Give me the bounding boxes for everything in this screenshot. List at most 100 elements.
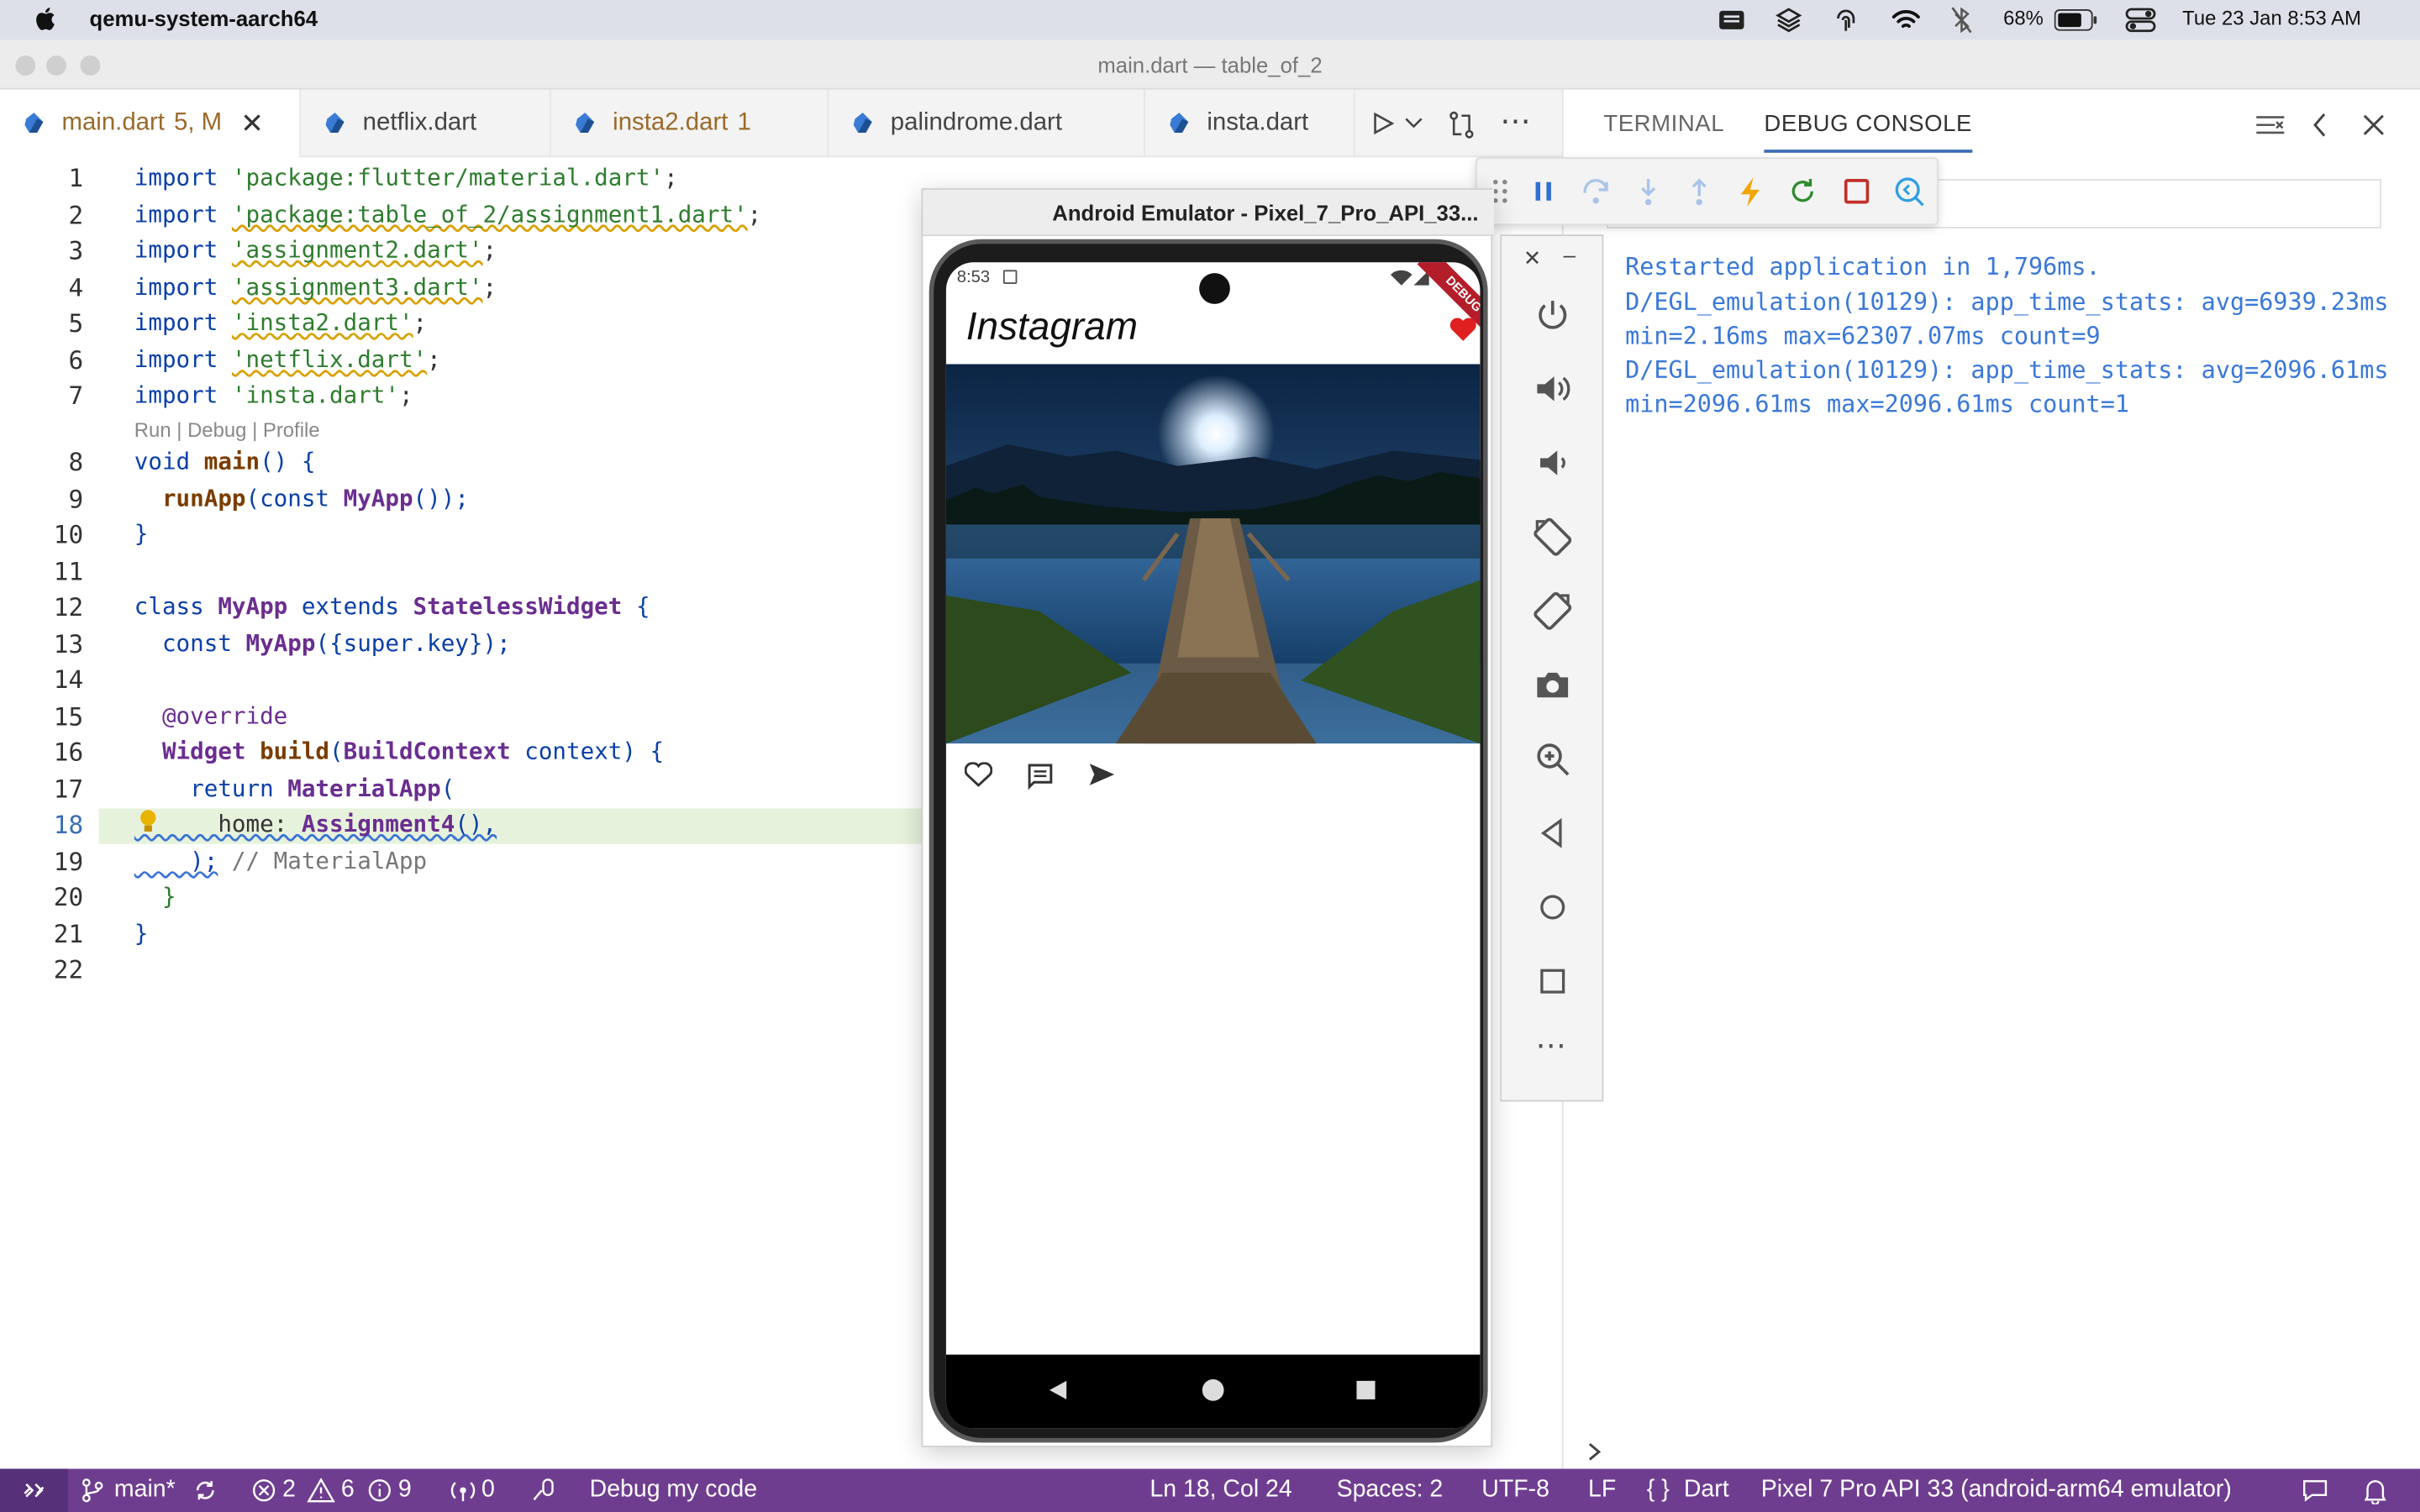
- tab-netflix-dart[interactable]: netflix.dart: [301, 89, 551, 158]
- rotate-right-icon[interactable]: [1533, 591, 1573, 631]
- menu-clock[interactable]: Tue 23 Jan 8:53 AM: [2182, 6, 2361, 29]
- volume-down-icon[interactable]: [1533, 443, 1573, 483]
- close-icon[interactable]: ✕: [240, 108, 264, 140]
- macos-menu-bar: qemu-system-aarch64 68% Tue 23 Jan 8:53 …: [0, 0, 2420, 40]
- layers-icon[interactable]: [1775, 6, 1802, 34]
- run-icon[interactable]: [1370, 111, 1395, 135]
- chevron-left-icon[interactable]: [2311, 111, 2329, 139]
- tab-debug-console[interactable]: DEBUG CONSOLE: [1764, 111, 1972, 153]
- nav-home-icon[interactable]: [1202, 1379, 1224, 1401]
- phone-screen[interactable]: 8:53 DEBUG Instagram: [945, 262, 1481, 1429]
- home-icon[interactable]: [1533, 887, 1573, 927]
- chevron-down-icon[interactable]: [1404, 118, 1423, 130]
- step-out-icon[interactable]: [1682, 175, 1716, 208]
- comment-icon[interactable]: [1026, 762, 1054, 790]
- drag-handle-icon[interactable]: [1492, 177, 1507, 205]
- indentation[interactable]: Spaces: 2: [1337, 1477, 1444, 1504]
- line-number: 1: [68, 163, 84, 193]
- app-bar-title: Instagram: [965, 305, 1138, 349]
- ports-count[interactable]: 0: [481, 1477, 495, 1504]
- like-icon[interactable]: [964, 762, 993, 787]
- compare-changes-icon[interactable]: [1446, 109, 1477, 140]
- error-count[interactable]: 2: [282, 1477, 296, 1504]
- warning-count[interactable]: 6: [341, 1477, 355, 1504]
- bluetooth-off-icon[interactable]: [1951, 6, 1973, 34]
- ports-icon[interactable]: [449, 1478, 476, 1503]
- dart-file-icon: [24, 113, 44, 133]
- debug-icon[interactable]: [529, 1478, 557, 1503]
- notifications-bell-icon[interactable]: [2363, 1477, 2387, 1504]
- camera-icon[interactable]: [1533, 665, 1573, 706]
- console-line: D/EGL_emulation(10129): app_time_stats: …: [1625, 356, 2389, 385]
- android-nav-bar: [945, 1354, 1481, 1429]
- more-icon[interactable]: ⋯: [1536, 1026, 1567, 1064]
- back-icon[interactable]: [1533, 813, 1573, 853]
- devtools-icon[interactable]: [1892, 175, 1926, 208]
- heart-filled-icon[interactable]: [1449, 317, 1477, 341]
- tab-terminal[interactable]: TERMINAL: [1603, 111, 1724, 137]
- minimize-emulator-icon[interactable]: –: [1564, 242, 1576, 266]
- close-panel-icon[interactable]: [2361, 113, 2386, 137]
- rotate-left-icon[interactable]: [1533, 517, 1573, 557]
- close-emulator-icon[interactable]: ✕: [1523, 245, 1542, 271]
- tab-badge: 5, M: [174, 109, 223, 136]
- wifi-icon[interactable]: [1891, 8, 1922, 32]
- clear-console-icon[interactable]: [2254, 113, 2286, 137]
- tab-insta2-dart[interactable]: insta2.dart 1: [551, 89, 829, 158]
- braces-icon[interactable]: { }: [1647, 1477, 1670, 1504]
- file-encoding[interactable]: UTF-8: [1481, 1477, 1549, 1504]
- debug-launch-config[interactable]: Debug my code: [590, 1477, 757, 1504]
- control-center-icon[interactable]: [2125, 8, 2156, 33]
- line-number: 15: [53, 701, 84, 732]
- nav-back-icon[interactable]: [1048, 1379, 1070, 1401]
- console-prompt-icon[interactable]: [1585, 1441, 1603, 1463]
- overview-icon[interactable]: [1533, 961, 1573, 1001]
- tab-label: netflix.dart: [362, 109, 477, 136]
- send-icon[interactable]: [1088, 762, 1116, 786]
- menu-extra-icon[interactable]: [1718, 8, 1745, 32]
- warning-icon[interactable]: [307, 1478, 335, 1503]
- apple-icon[interactable]: [34, 5, 58, 33]
- step-into-icon[interactable]: [1631, 175, 1665, 208]
- post-photo-lake-dock[interactable]: [945, 364, 1481, 744]
- restart-icon[interactable]: [1786, 175, 1819, 208]
- info-count[interactable]: 9: [398, 1477, 412, 1504]
- language-mode[interactable]: Dart: [1684, 1477, 1729, 1504]
- battery-percent[interactable]: 68%: [2003, 6, 2044, 29]
- sync-icon[interactable]: [193, 1478, 218, 1503]
- debug-toolbar: [1475, 157, 1939, 226]
- error-icon[interactable]: [251, 1478, 276, 1503]
- zoom-icon[interactable]: [1533, 739, 1573, 780]
- cursor-position[interactable]: Ln 18, Col 24: [1150, 1477, 1292, 1504]
- code-line-3: import 'assignment2.dart';: [134, 236, 497, 265]
- step-over-icon[interactable]: [1579, 175, 1612, 208]
- tab-insta-dart[interactable]: insta.dart: [1145, 89, 1355, 158]
- fingerprint-icon[interactable]: [1833, 6, 1858, 34]
- target-device[interactable]: Pixel 7 Pro API 33 (android-arm64 emulat…: [1761, 1477, 2232, 1504]
- feedback-icon[interactable]: [2302, 1478, 2329, 1503]
- codelens-run-debug-profile[interactable]: Run | Debug | Profile: [134, 418, 320, 442]
- tab-label: palindrome.dart: [890, 109, 1062, 136]
- more-actions-icon[interactable]: ⋯: [1500, 102, 1531, 140]
- pause-icon[interactable]: [1527, 175, 1560, 208]
- code-line-4: import 'assignment3.dart';: [134, 273, 497, 302]
- line-number: 19: [53, 847, 84, 877]
- tab-main-dart[interactable]: main.dart 5, M ✕: [0, 89, 302, 158]
- code-line-5: import 'insta2.dart';: [134, 308, 428, 337]
- active-app-name[interactable]: qemu-system-aarch64: [90, 6, 318, 30]
- git-branch[interactable]: main*: [114, 1477, 176, 1504]
- nav-recents-icon[interactable]: [1356, 1380, 1376, 1399]
- volume-up-icon[interactable]: [1533, 369, 1573, 409]
- code-line-18: home: Assignment4(),: [134, 810, 497, 838]
- info-icon[interactable]: [367, 1478, 392, 1503]
- battery-icon[interactable]: [2054, 9, 2097, 31]
- git-branch-icon[interactable]: [82, 1478, 103, 1503]
- remote-indicator[interactable]: [0, 1468, 68, 1512]
- tab-palindrome-dart[interactable]: palindrome.dart: [829, 89, 1145, 158]
- line-ending[interactable]: LF: [1588, 1477, 1616, 1504]
- hot-reload-icon[interactable]: [1733, 175, 1767, 208]
- power-icon[interactable]: [1533, 295, 1573, 335]
- phone-frame: 8:53 DEBUG Instagram: [929, 239, 1488, 1443]
- line-number: 7: [68, 381, 84, 411]
- stop-icon[interactable]: [1839, 175, 1873, 208]
